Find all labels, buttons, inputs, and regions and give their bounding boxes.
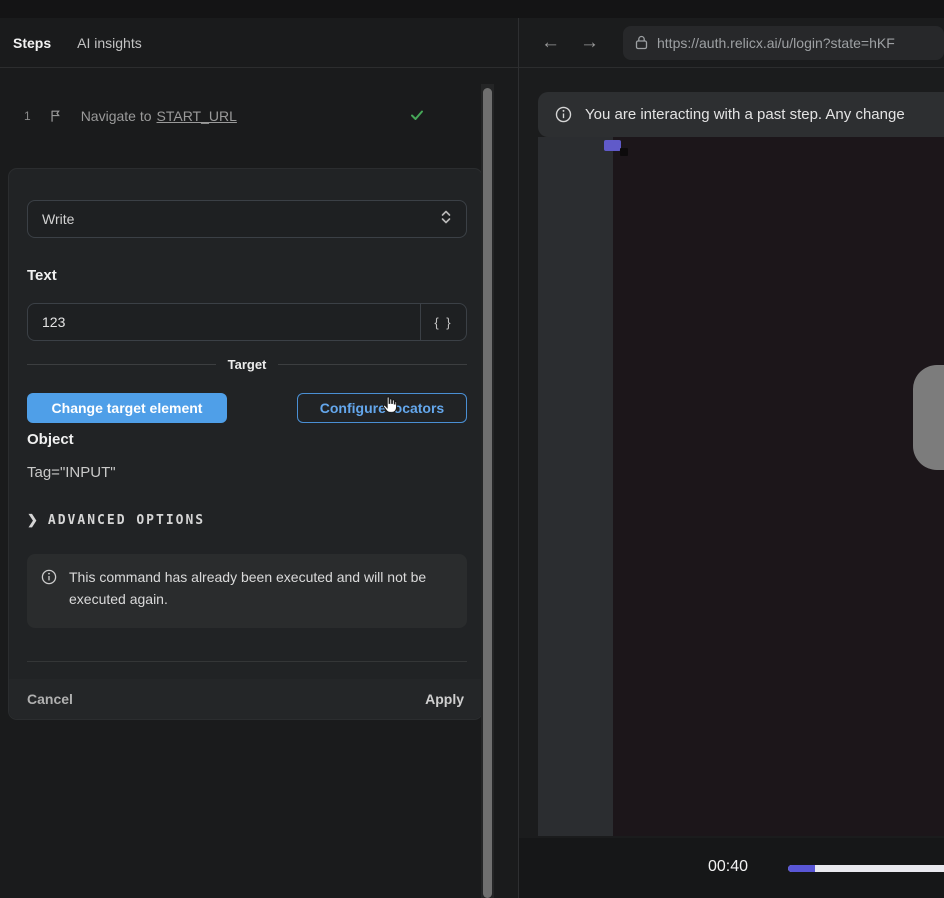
replay-cursor-artifact	[620, 148, 628, 156]
target-section-divider: Target	[27, 357, 467, 371]
step-success-check-icon	[408, 106, 426, 129]
player-timestamp: 00:40	[708, 858, 748, 876]
divider-line	[278, 364, 467, 365]
editor-footer: Cancel Apply	[9, 679, 482, 719]
url-bar[interactable]: https://auth.relicx.ai/u/login?state=hKF	[623, 26, 944, 60]
hand-cursor-icon	[381, 396, 401, 418]
tab-ai-insights[interactable]: AI insights	[77, 35, 142, 51]
steps-panel: Steps AI insights 1 Navigate to START_UR…	[0, 18, 518, 898]
player-progress-fill	[788, 865, 815, 872]
replayed-page-sidebar	[538, 137, 613, 836]
text-input-group: { }	[27, 303, 467, 341]
object-label: Object	[27, 431, 74, 448]
scrollbar-thumb[interactable]	[483, 88, 492, 898]
replay-screenshot-viewport[interactable]	[538, 137, 944, 836]
divider-line	[27, 364, 216, 365]
text-input[interactable]	[28, 304, 420, 340]
select-updown-chevron-icon	[440, 209, 452, 230]
past-step-banner: You are interacting with a past step. An…	[538, 92, 944, 137]
back-arrow-button[interactable]: ←	[541, 33, 560, 52]
cancel-button[interactable]: Cancel	[27, 691, 73, 707]
step-row-navigate[interactable]: 1 Navigate to START_URL	[0, 96, 478, 136]
already-executed-info-box: This command has already been executed a…	[27, 554, 467, 628]
step-label: Navigate to	[81, 108, 152, 124]
banner-message: You are interacting with a past step. An…	[585, 106, 905, 123]
url-text: https://auth.relicx.ai/u/login?state=hKF	[657, 35, 895, 51]
step-index: 1	[24, 109, 31, 123]
player-progress-bar[interactable]	[788, 865, 944, 872]
advanced-options-label: ADVANCED OPTIONS	[48, 513, 205, 528]
browser-header: ← → https://auth.relicx.ai/u/login?state…	[519, 18, 944, 68]
info-icon	[41, 569, 57, 615]
start-url-link[interactable]: START_URL	[157, 108, 237, 124]
footer-divider	[27, 661, 467, 662]
object-tag-value: Tag="INPUT"	[27, 464, 116, 481]
advanced-options-toggle[interactable]: ❯ ADVANCED OPTIONS	[27, 512, 205, 528]
action-select-value: Write	[42, 211, 440, 227]
insert-variable-button[interactable]: { }	[420, 304, 466, 340]
browser-preview-panel: ← → https://auth.relicx.ai/u/login?state…	[518, 18, 944, 898]
chevron-right-icon: ❯	[27, 512, 38, 528]
apply-button[interactable]: Apply	[425, 691, 464, 707]
info-icon	[555, 106, 572, 123]
window-top-strip	[0, 0, 944, 18]
step-editor-card: Write Text { } Target Change target elem…	[8, 168, 483, 720]
edge-handle[interactable]	[913, 365, 944, 470]
forward-arrow-button[interactable]: →	[580, 33, 599, 52]
element-highlight	[604, 140, 621, 151]
text-field-label: Text	[27, 267, 57, 284]
left-tab-bar: Steps AI insights	[0, 18, 518, 68]
lock-icon	[635, 35, 648, 50]
info-message: This command has already been executed a…	[69, 567, 453, 615]
flag-icon	[49, 109, 63, 123]
tab-steps[interactable]: Steps	[13, 35, 51, 51]
action-type-select[interactable]: Write	[27, 200, 467, 238]
replay-player-bar: 00:40	[519, 838, 944, 898]
change-target-element-button[interactable]: Change target element	[27, 393, 227, 423]
target-divider-label: Target	[228, 357, 267, 372]
